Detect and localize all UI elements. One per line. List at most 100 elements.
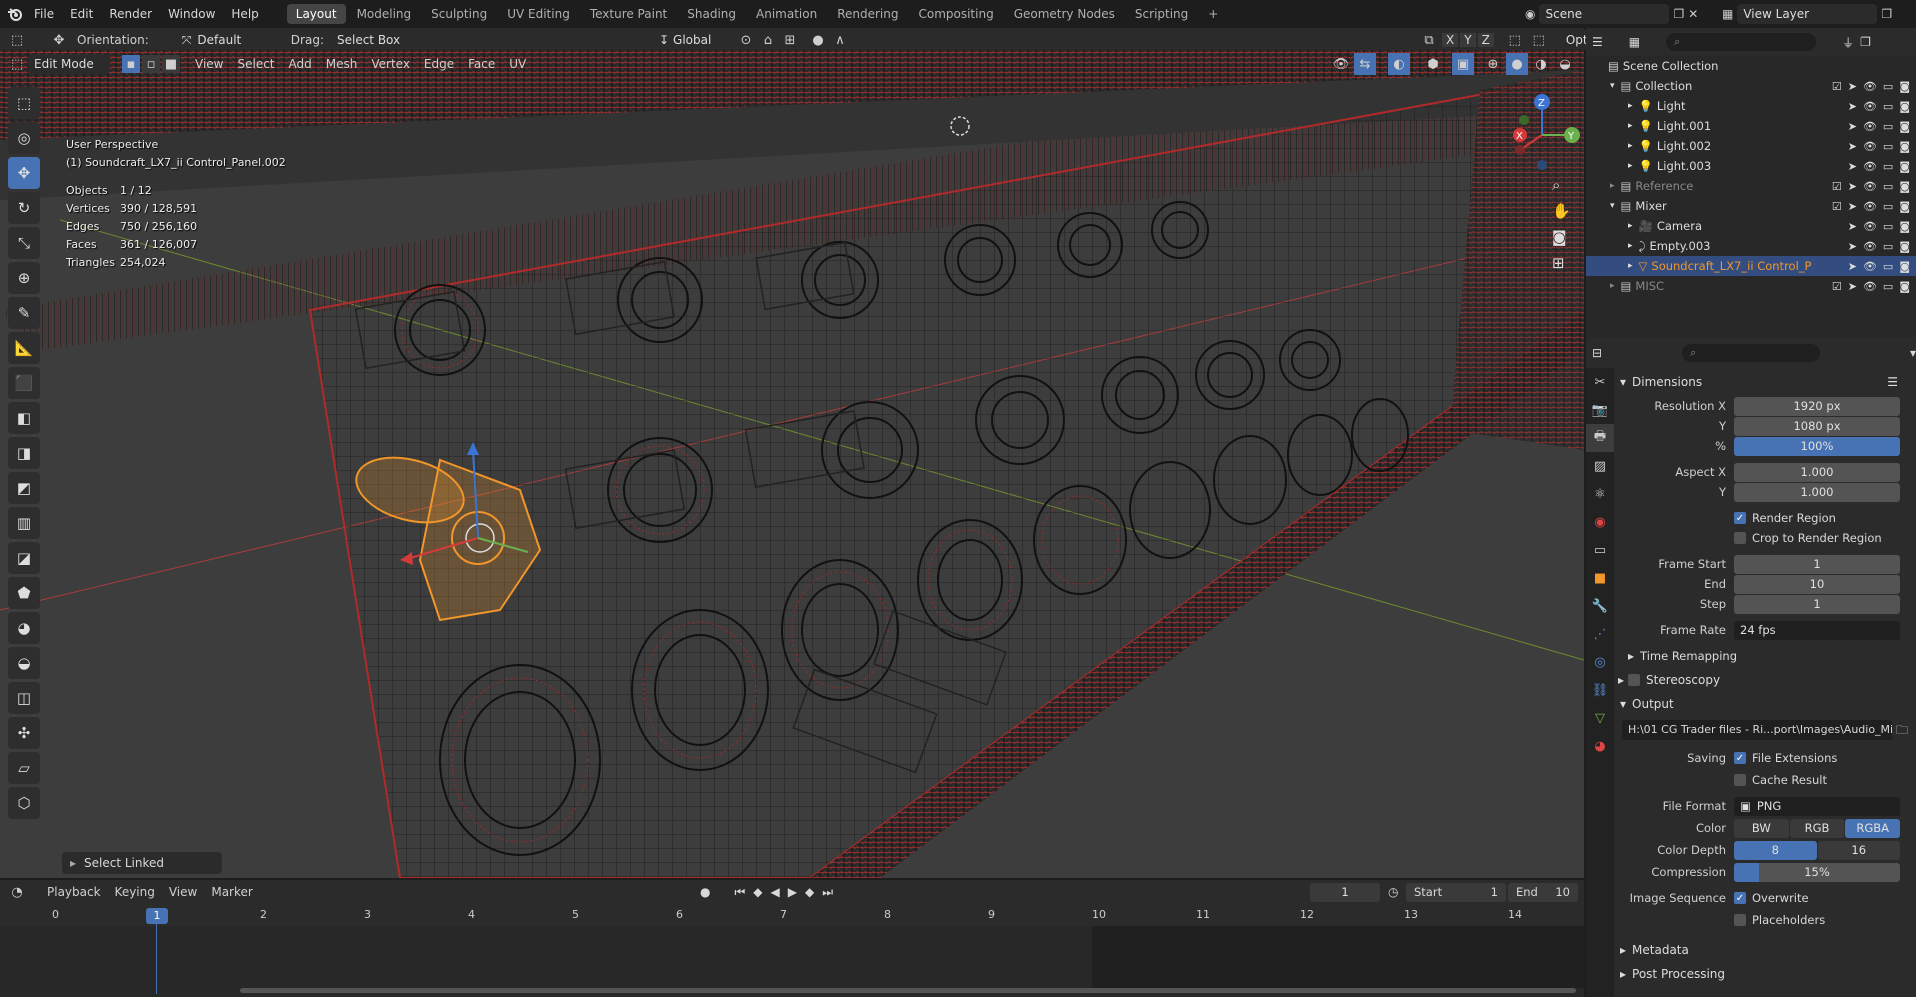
menu-mesh[interactable]: Mesh bbox=[319, 53, 365, 75]
render-camera-icon[interactable]: ◙ bbox=[1899, 120, 1910, 133]
end-frame-field[interactable]: End 10 bbox=[1508, 882, 1578, 902]
collapse-toggle-icon[interactable]: ▸ bbox=[1610, 281, 1615, 291]
editor-type-3d-icon[interactable]: ⬚ bbox=[6, 53, 28, 75]
measure-tool-icon[interactable]: 📐 bbox=[8, 332, 40, 364]
object-tab-icon[interactable]: ■ bbox=[1586, 564, 1614, 592]
props-options-icon[interactable]: ▾ bbox=[1910, 346, 1916, 360]
frame-ruler[interactable]: 01234567891011121314 bbox=[0, 904, 1584, 926]
orientation-dropdown[interactable]: ⤧ Default bbox=[175, 30, 272, 50]
viewport-display-icon[interactable]: ▭ bbox=[1883, 260, 1893, 273]
menu-select[interactable]: Select bbox=[230, 53, 281, 75]
expand-toggle-icon[interactable]: ▸ bbox=[1628, 261, 1633, 271]
scale-tool-icon[interactable]: ⤡ bbox=[8, 227, 40, 259]
eye-icon[interactable]: 👁 bbox=[1863, 140, 1877, 153]
cache-result-checkbox[interactable] bbox=[1734, 774, 1746, 786]
rip-tool-icon[interactable]: ⬡ bbox=[8, 787, 40, 819]
timeline-editor-icon[interactable]: ◔ bbox=[6, 881, 28, 903]
zoom-icon[interactable]: ⌕ bbox=[1552, 176, 1571, 194]
include-checkbox-icon[interactable]: ☑ bbox=[1832, 280, 1842, 293]
render-camera-icon[interactable]: ◙ bbox=[1899, 240, 1910, 253]
include-checkbox-icon[interactable]: ☑ bbox=[1832, 200, 1842, 213]
viewport-display-icon[interactable]: ▭ bbox=[1883, 160, 1893, 173]
collapse-toggle-icon[interactable]: ▾ bbox=[1610, 201, 1615, 211]
select-arrow-icon[interactable]: ➤ bbox=[1848, 280, 1857, 293]
eye-icon[interactable]: 👁 bbox=[1863, 180, 1877, 193]
drag-dropdown[interactable]: Select Box bbox=[330, 30, 421, 50]
outliner-search-input[interactable]: ⌕ bbox=[1666, 33, 1817, 51]
view-layer-tab-icon[interactable]: ▨ bbox=[1586, 452, 1614, 480]
collapse-toggle-icon[interactable]: ▸ bbox=[1610, 181, 1615, 191]
color-depth-8-button[interactable]: 8 bbox=[1734, 840, 1817, 860]
select-arrow-icon[interactable]: ➤ bbox=[1848, 140, 1857, 153]
eye-icon[interactable]: 👁 bbox=[1863, 240, 1877, 253]
tab-uv-editing[interactable]: UV Editing bbox=[498, 4, 579, 24]
visibility-toggles[interactable]: ➤ 👁 ▭ ◙ bbox=[1848, 100, 1910, 113]
edge-slide-tool-icon[interactable]: ◫ bbox=[8, 682, 40, 714]
scene-tab-icon[interactable]: ⚛ bbox=[1586, 480, 1614, 508]
outliner-editor-icon[interactable]: ☰ bbox=[1592, 35, 1603, 49]
select-arrow-icon[interactable]: ➤ bbox=[1848, 180, 1857, 193]
display-mode-icon[interactable]: ▦ bbox=[1629, 35, 1640, 49]
tool-tab-icon[interactable]: ✂ bbox=[1586, 368, 1614, 396]
menu-edge[interactable]: Edge bbox=[417, 53, 461, 75]
eye-icon[interactable]: 👁 bbox=[1863, 160, 1877, 173]
tab-texture-paint[interactable]: Texture Paint bbox=[581, 4, 676, 24]
props-search-input[interactable]: ⌕ bbox=[1682, 344, 1820, 362]
viewport-display-icon[interactable]: ▭ bbox=[1883, 120, 1893, 133]
eye-icon[interactable]: 👁 bbox=[1863, 120, 1877, 133]
output-path-field[interactable]: H:\01 CG Trader files - Ri...port\Images… bbox=[1622, 720, 1892, 740]
topology-icon[interactable]: ⬚ bbox=[1528, 29, 1550, 51]
select-arrow-icon[interactable]: ➤ bbox=[1848, 200, 1857, 213]
viewport-display-icon[interactable]: ▭ bbox=[1883, 80, 1893, 93]
transform-space-dropdown[interactable]: ↧ Global bbox=[652, 30, 729, 50]
resolution-pct-field[interactable]: 100% bbox=[1734, 436, 1900, 456]
visibility-toggles[interactable]: ☑ ➤ 👁 ▭ ◙ bbox=[1832, 180, 1910, 193]
outliner-row[interactable]: ▸ 💡 Light.001 ➤ 👁 ▭ ◙ bbox=[1586, 116, 1916, 136]
current-frame-field[interactable]: 1 bbox=[1310, 882, 1380, 902]
eye-icon[interactable]: 👁 bbox=[1863, 220, 1877, 233]
xray-toggle-icon[interactable]: ▣ bbox=[1452, 53, 1474, 75]
visibility-toggles[interactable]: ➤ 👁 ▭ ◙ bbox=[1848, 160, 1910, 173]
menu-add[interactable]: Add bbox=[282, 53, 319, 75]
mode-dropdown[interactable]: Edit Mode bbox=[28, 54, 110, 74]
constraints-tab-icon[interactable]: ⛓ bbox=[1586, 676, 1614, 704]
expand-toggle-icon[interactable]: ▸ bbox=[1628, 241, 1633, 251]
visibility-toggles[interactable]: ☑ ➤ 👁 ▭ ◙ bbox=[1832, 200, 1910, 213]
stereoscopy-header[interactable]: ▸ Stereoscopy bbox=[1614, 668, 1916, 692]
select-arrow-icon[interactable]: ➤ bbox=[1848, 220, 1857, 233]
menu-file[interactable]: File bbox=[26, 0, 62, 28]
viewport-display-icon[interactable]: ▭ bbox=[1883, 220, 1893, 233]
camera-view-icon[interactable]: ◙ bbox=[1552, 228, 1571, 246]
shrink-fatten-tool-icon[interactable]: ✣ bbox=[8, 717, 40, 749]
menu-playback[interactable]: Playback bbox=[40, 881, 108, 903]
world-tab-icon[interactable]: ◉ bbox=[1586, 508, 1614, 536]
viewport-display-icon[interactable]: ▭ bbox=[1883, 180, 1893, 193]
color-bw-button[interactable]: BW bbox=[1734, 818, 1789, 838]
modifier-tab-icon[interactable]: 🔧 bbox=[1586, 592, 1614, 620]
start-frame-field[interactable]: Start 1 bbox=[1406, 882, 1506, 902]
view-layer-icon[interactable]: ▦ bbox=[1722, 7, 1733, 21]
aspect-x-field[interactable]: 1.000 bbox=[1734, 462, 1900, 482]
tab-animation[interactable]: Animation bbox=[747, 4, 826, 24]
select-arrow-icon[interactable]: ➤ bbox=[1848, 260, 1857, 273]
outliner-row[interactable]: ▸ 🎥 Camera ➤ 👁 ▭ ◙ bbox=[1586, 216, 1916, 236]
playhead[interactable]: 1 bbox=[146, 908, 168, 924]
menu-window[interactable]: Window bbox=[160, 0, 223, 28]
tab-scripting[interactable]: Scripting bbox=[1126, 4, 1197, 24]
expand-toggle-icon[interactable]: ▸ bbox=[1628, 141, 1633, 151]
menu-uv[interactable]: UV bbox=[502, 53, 533, 75]
file-extensions-checkbox[interactable]: ✓ bbox=[1734, 752, 1746, 764]
collection-tab-icon[interactable]: ▭ bbox=[1586, 536, 1614, 564]
pivot-icon[interactable]: ⊙ bbox=[735, 29, 757, 51]
viewport-display-icon[interactable]: ▭ bbox=[1883, 200, 1893, 213]
material-shading-icon[interactable]: ◑ bbox=[1530, 53, 1552, 75]
collapse-toggle-icon[interactable]: ▾ bbox=[1610, 81, 1615, 91]
resolution-y-field[interactable]: 1080 px bbox=[1734, 416, 1900, 436]
visibility-toggles[interactable]: ☑ ➤ 👁 ▭ ◙ bbox=[1832, 280, 1910, 293]
mirror-icon[interactable]: ⧉ bbox=[1418, 29, 1440, 51]
new-view-layer-icon[interactable]: ❐ bbox=[1881, 7, 1892, 21]
output-tab-icon[interactable]: 🖶 bbox=[1586, 424, 1614, 452]
render-camera-icon[interactable]: ◙ bbox=[1899, 280, 1910, 293]
annotate-tool-icon[interactable]: ✎ bbox=[8, 297, 40, 329]
outliner-row[interactable]: ▸ 💡 Light.003 ➤ 👁 ▭ ◙ bbox=[1586, 156, 1916, 176]
